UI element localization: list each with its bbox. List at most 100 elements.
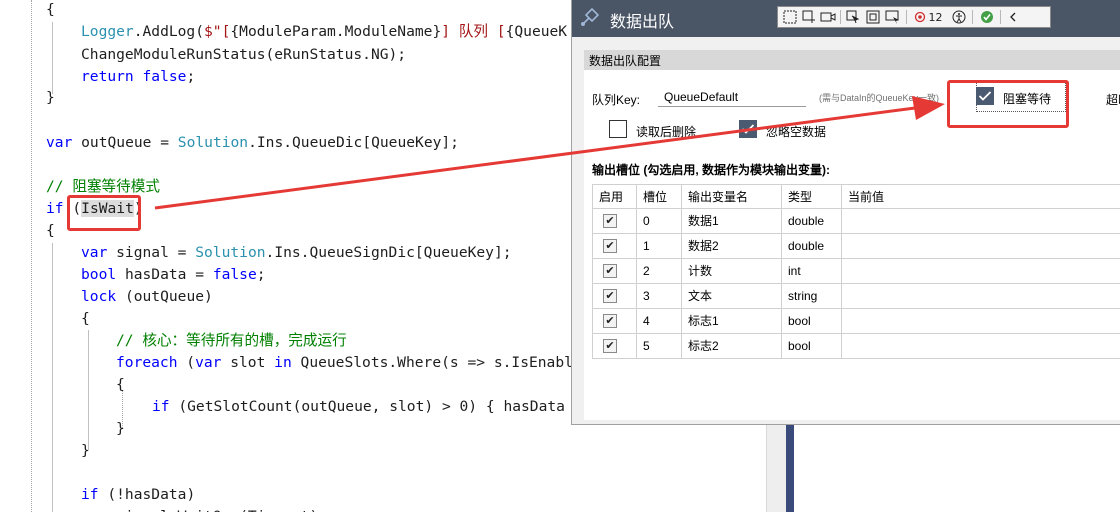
cell-type[interactable]: int <box>782 259 842 284</box>
grid-header-row: 启用 槽位 输出变量名 类型 当前值 <box>592 184 1120 209</box>
cell-type[interactable]: bool <box>782 334 842 359</box>
grid-row[interactable]: ✔ 3 文本 string <box>592 284 1120 309</box>
select-pointer-icon[interactable] <box>844 9 862 25</box>
grid-row[interactable]: ✔ 4 标志1 bool <box>592 309 1120 334</box>
code-line: // 核心：等待所有的槽，完成运行 <box>116 332 347 349</box>
checkmark-icon[interactable] <box>978 9 996 25</box>
code-line: if (!hasData) <box>81 486 196 503</box>
cell-output-name[interactable]: 文本 <box>682 284 782 309</box>
slot-enabled-checkbox[interactable]: ✔ <box>603 289 617 303</box>
column-header-type[interactable]: 类型 <box>782 184 842 209</box>
video-icon[interactable] <box>819 9 837 25</box>
code-line: lock (outQueue) <box>81 288 213 305</box>
code-line: return false; <box>81 68 196 85</box>
delete-after-read-checkbox[interactable] <box>609 120 627 138</box>
background-panel-edge <box>786 420 794 512</box>
queue-key-input[interactable] <box>658 87 806 107</box>
cell-enabled[interactable]: ✔ <box>592 234 637 259</box>
add-element-icon[interactable] <box>800 9 818 25</box>
toolbar-separator <box>1000 10 1001 24</box>
cell-output-name[interactable]: 标志1 <box>682 309 782 334</box>
cell-output-name[interactable]: 数据2 <box>682 234 782 259</box>
slot-enabled-checkbox[interactable]: ✔ <box>603 264 617 278</box>
data-dequeue-dialog: 数据出队 12 数据出队配置 队列Key: QueueDefault (需与Da… <box>571 0 1120 425</box>
cell-enabled[interactable]: ✔ <box>592 259 637 284</box>
column-header-enabled[interactable]: 启用 <box>592 184 637 209</box>
collapse-chevron-icon[interactable] <box>1004 9 1022 25</box>
screen-pointer-icon[interactable] <box>884 9 902 25</box>
slot-enabled-checkbox[interactable]: ✔ <box>603 339 617 353</box>
code-line: { <box>81 310 90 327</box>
indent-guide <box>52 22 53 94</box>
grid-row[interactable]: ✔ 2 计数 int <box>592 259 1120 284</box>
cell-enabled[interactable]: ✔ <box>592 209 637 234</box>
ignore-empty-checkbox[interactable] <box>739 120 757 138</box>
accessibility-icon[interactable] <box>950 9 968 25</box>
cell-slot[interactable]: 2 <box>637 259 682 284</box>
code-line: signal.WaitOne(Timeout); <box>81 506 327 512</box>
cell-slot[interactable]: 4 <box>637 309 682 334</box>
column-header-current-value[interactable]: 当前值 <box>842 184 1120 209</box>
code-line: } <box>116 420 125 437</box>
timeout-label: 超时 <box>1106 93 1120 107</box>
config-group-header: 数据出队配置 <box>584 50 1120 70</box>
iswait-highlight-box <box>67 195 141 231</box>
code-line: if (GetSlotCount(outQueue, slot) > 0) { … <box>152 398 565 415</box>
cell-current-value[interactable] <box>842 334 1120 359</box>
cell-current-value[interactable] <box>842 209 1120 234</box>
queue-key-hint: (需与DataIn的QueueKey一致) <box>819 93 940 103</box>
column-header-slot[interactable]: 槽位 <box>637 184 682 209</box>
indent-guide <box>52 243 53 512</box>
code-line: var signal = Solution.Ins.QueueSignDic[Q… <box>81 244 512 261</box>
cell-slot[interactable]: 1 <box>637 234 682 259</box>
cell-type[interactable]: bool <box>782 309 842 334</box>
dialog-titlebar[interactable]: 数据出队 12 <box>572 0 1120 37</box>
grid-row[interactable]: ✔ 1 数据2 double <box>592 234 1120 259</box>
ignore-empty-label: 忽略空数据 <box>766 125 827 139</box>
column-header-output-name[interactable]: 输出变量名 <box>682 184 782 209</box>
code-line: { <box>46 1 55 18</box>
grid-icon[interactable] <box>781 9 799 25</box>
frame-icon[interactable] <box>864 9 882 25</box>
cell-current-value[interactable] <box>842 259 1120 284</box>
cell-output-name[interactable]: 数据1 <box>682 209 782 234</box>
queue-key-label: 队列Key: <box>592 93 641 107</box>
cell-current-value[interactable] <box>842 284 1120 309</box>
cell-enabled[interactable]: ✔ <box>592 284 637 309</box>
cell-slot[interactable]: 3 <box>637 284 682 309</box>
cell-enabled[interactable]: ✔ <box>592 309 637 334</box>
slot-enabled-checkbox[interactable]: ✔ <box>603 214 617 228</box>
code-line: Logger.AddLog($"[{ModuleParam.ModuleName… <box>81 23 568 40</box>
code-line: } <box>81 442 90 459</box>
code-line: { <box>116 376 125 393</box>
cell-current-value[interactable] <box>842 234 1120 259</box>
cell-type[interactable]: double <box>782 209 842 234</box>
toolbar-separator <box>906 10 907 24</box>
cell-enabled[interactable]: ✔ <box>592 334 637 359</box>
live-badge-icon[interactable]: 12 <box>910 9 946 25</box>
cell-current-value[interactable] <box>842 309 1120 334</box>
badge-count: 12 <box>928 10 943 24</box>
cell-output-name[interactable]: 标志2 <box>682 334 782 359</box>
code-line: ChangeModuleRunStatus(eRunStatus.NG); <box>81 46 407 63</box>
dialog-toolbar: 12 <box>777 6 1051 28</box>
code-line: var outQueue = Solution.Ins.QueueDic[Que… <box>46 134 459 151</box>
slot-enabled-checkbox[interactable]: ✔ <box>603 314 617 328</box>
toolbar-separator <box>972 10 973 24</box>
toolbar-separator <box>840 10 841 24</box>
indent-guide <box>88 330 89 450</box>
slot-enabled-checkbox[interactable]: ✔ <box>603 239 617 253</box>
code-line: bool hasData = false; <box>81 266 266 283</box>
grid-row[interactable]: ✔ 5 标志2 bool <box>592 334 1120 359</box>
grid-row[interactable]: ✔ 0 数据1 double <box>592 209 1120 234</box>
delete-after-read-label: 读取后删除 <box>636 125 697 139</box>
cell-type[interactable]: string <box>782 284 842 309</box>
cell-output-name[interactable]: 计数 <box>682 259 782 284</box>
blocking-wait-highlight-box <box>947 80 1069 128</box>
cell-type[interactable]: double <box>782 234 842 259</box>
cell-slot[interactable]: 0 <box>637 209 682 234</box>
code-line: { <box>46 222 55 239</box>
cell-slot[interactable]: 5 <box>637 334 682 359</box>
indent-guide <box>31 0 32 512</box>
dialog-title: 数据出队 <box>610 14 675 31</box>
